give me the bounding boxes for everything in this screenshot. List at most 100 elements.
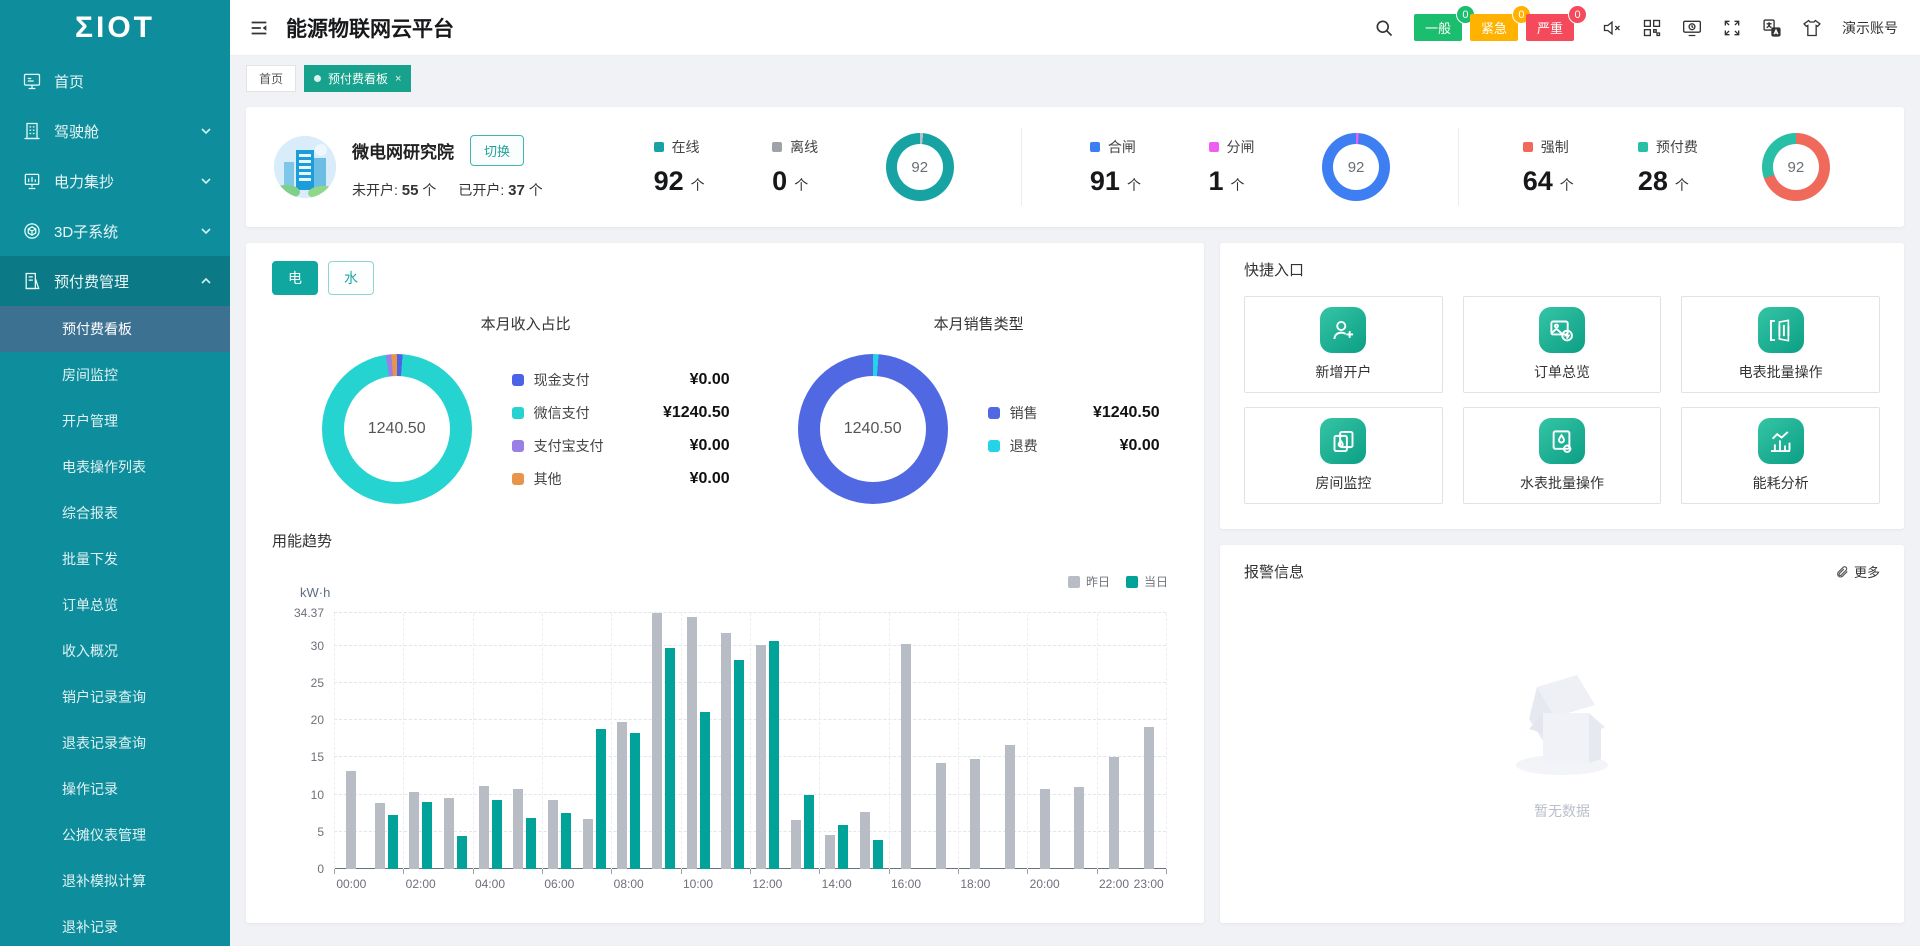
bar-当日[interactable]: [873, 840, 883, 869]
bar-昨日[interactable]: [346, 771, 356, 869]
alarm-badge-一般[interactable]: 一般 0: [1414, 14, 1462, 41]
switch-org-button[interactable]: 切换: [470, 135, 524, 166]
bar-当日[interactable]: [630, 733, 640, 869]
tab-home[interactable]: 首页: [246, 65, 296, 92]
bar-group-19:00: [993, 613, 1028, 869]
close-tab-icon[interactable]: ×: [395, 73, 401, 85]
theme-shirt-icon[interactable]: [1802, 18, 1822, 38]
overview-group-2: 强制 64个 预付费 28个92: [1458, 128, 1894, 206]
sidebar-item-0[interactable]: 首页: [0, 56, 230, 106]
sidebar-item-3[interactable]: 3D子系统: [0, 206, 230, 256]
bar-昨日[interactable]: [756, 645, 766, 869]
bar-昨日[interactable]: [409, 792, 419, 869]
apps-grid-icon[interactable]: [1642, 18, 1662, 38]
sidebar-subitem-13[interactable]: 退补记录: [0, 904, 230, 946]
alarm-badges: 一般 0 紧急 0 严重 0: [1414, 14, 1582, 41]
sidebar-item-4[interactable]: 预付费管理: [0, 256, 230, 306]
shortcut-房间监控[interactable]: 房间监控: [1244, 407, 1443, 504]
bar-昨日[interactable]: [583, 819, 593, 869]
sidebar-subitem-7[interactable]: 收入概况: [0, 628, 230, 674]
bar-当日[interactable]: [422, 802, 432, 869]
donut-center-value: 92: [1773, 144, 1819, 190]
sidebar-subitem-2[interactable]: 开户管理: [0, 398, 230, 444]
bar-当日[interactable]: [457, 836, 467, 869]
mute-icon[interactable]: [1602, 18, 1622, 38]
account-counts: 未开户: 55 个已开户: 37 个: [352, 180, 543, 200]
bar-当日[interactable]: [665, 648, 675, 869]
shortcut-新增开户[interactable]: 新增开户: [1244, 296, 1443, 393]
sidebar-item-2[interactable]: 电力集抄: [0, 156, 230, 206]
x-axis-label: 04:00: [475, 877, 505, 891]
sidebar-subitem-12[interactable]: 退补模拟计算: [0, 858, 230, 904]
alarm-badge-严重[interactable]: 严重 0: [1526, 14, 1574, 41]
y-tick-label: 10: [311, 788, 324, 802]
meter-batch-icon: [1758, 307, 1804, 353]
screen-monitor-icon[interactable]: [1682, 18, 1702, 38]
search-icon[interactable]: [1374, 18, 1394, 38]
overview-group-0: 在线 92个 离线 0个92: [586, 128, 1021, 206]
shortcut-电表批量操作[interactable]: 电表批量操作: [1681, 296, 1880, 393]
bar-group-06:00: [542, 613, 577, 869]
bar-昨日[interactable]: [1144, 727, 1154, 869]
translate-icon[interactable]: [1762, 18, 1782, 38]
sidebar-subitem-8[interactable]: 销户记录查询: [0, 674, 230, 720]
order-overview-icon: [1539, 307, 1585, 353]
bar-昨日[interactable]: [513, 789, 523, 869]
bar-昨日[interactable]: [1005, 745, 1015, 869]
sidebar-subitem-0[interactable]: 预付费看板: [0, 306, 230, 352]
y-tick-label: 5: [317, 825, 324, 839]
bar-昨日[interactable]: [444, 798, 454, 870]
bar-昨日[interactable]: [687, 617, 697, 869]
bar-昨日[interactable]: [860, 812, 870, 869]
sidebar-subitem-10[interactable]: 操作记录: [0, 766, 230, 812]
bar-group-23:00: [1131, 613, 1166, 869]
shortcut-能耗分析[interactable]: 能耗分析: [1681, 407, 1880, 504]
bar-昨日[interactable]: [825, 835, 835, 869]
bar-昨日[interactable]: [721, 633, 731, 869]
bar-当日[interactable]: [734, 660, 744, 869]
bar-昨日[interactable]: [1074, 787, 1084, 869]
toggle-water[interactable]: 水: [328, 261, 374, 295]
bar-昨日[interactable]: [479, 786, 489, 869]
bar-昨日[interactable]: [970, 759, 980, 869]
collapse-menu-icon[interactable]: [248, 17, 270, 39]
bar-昨日[interactable]: [617, 722, 627, 869]
bar-昨日[interactable]: [791, 820, 801, 869]
sidebar-subitem-3[interactable]: 电表操作列表: [0, 444, 230, 490]
bar-当日[interactable]: [769, 641, 779, 869]
bar-昨日[interactable]: [548, 800, 558, 869]
toggle-electric[interactable]: 电: [272, 261, 318, 295]
bar-当日[interactable]: [700, 712, 710, 869]
bar-昨日[interactable]: [901, 644, 911, 869]
bar-当日[interactable]: [388, 815, 398, 869]
shortcut-水表批量操作[interactable]: 水表批量操作: [1463, 407, 1662, 504]
bar-当日[interactable]: [526, 818, 536, 869]
legend-swatch: [772, 142, 782, 152]
legend-row-退费: 退费 ¥0.00: [988, 436, 1160, 456]
bar-昨日[interactable]: [375, 803, 385, 869]
sidebar-subitem-11[interactable]: 公摊仪表管理: [0, 812, 230, 858]
sidebar-subitem-1[interactable]: 房间监控: [0, 352, 230, 398]
sidebar-subitem-9[interactable]: 退表记录查询: [0, 720, 230, 766]
bar-当日[interactable]: [492, 800, 502, 869]
account-name[interactable]: 演示账号: [1842, 18, 1898, 38]
sidebar-subitem-4[interactable]: 综合报表: [0, 490, 230, 536]
shortcut-订单总览[interactable]: 订单总览: [1463, 296, 1662, 393]
bar-昨日[interactable]: [1040, 789, 1050, 869]
bar-昨日[interactable]: [652, 613, 662, 869]
bar-昨日[interactable]: [936, 763, 946, 870]
bar-group-10:00: [681, 613, 716, 869]
bar-昨日[interactable]: [1109, 757, 1119, 869]
legend-item-昨日[interactable]: 昨日: [1068, 573, 1110, 590]
tab-prepaid-board[interactable]: 预付费看板 ×: [304, 65, 411, 92]
fullscreen-icon[interactable]: [1722, 18, 1742, 38]
legend-item-当日[interactable]: 当日: [1126, 573, 1168, 590]
bar-当日[interactable]: [804, 795, 814, 869]
sidebar-item-1[interactable]: 驾驶舱: [0, 106, 230, 156]
sidebar-subitem-5[interactable]: 批量下发: [0, 536, 230, 582]
bar-当日[interactable]: [596, 729, 606, 869]
alarm-badge-紧急[interactable]: 紧急 0: [1470, 14, 1518, 41]
bar-当日[interactable]: [838, 825, 848, 869]
sidebar-subitem-6[interactable]: 订单总览: [0, 582, 230, 628]
bar-当日[interactable]: [561, 813, 571, 869]
